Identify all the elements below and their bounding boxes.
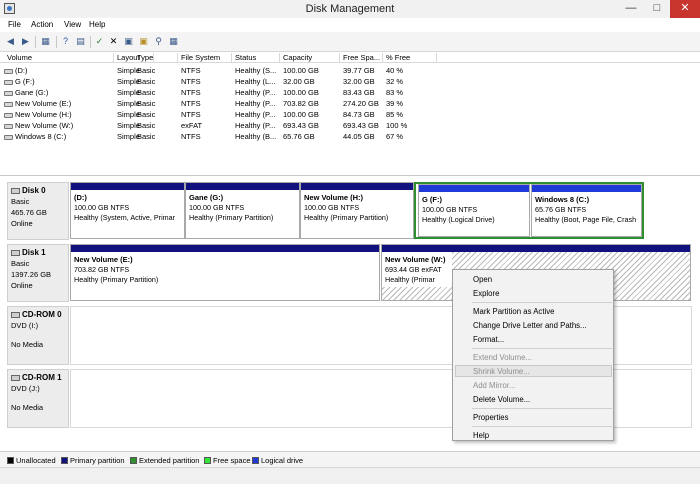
column-header-file-system[interactable]: File System	[178, 53, 232, 63]
menu-item-properties[interactable]: Properties	[473, 413, 509, 422]
column-header-percent-free[interactable]: % Free	[383, 53, 437, 63]
toolbar: ◀ ▶ ▦ ? ▤ ✓ ✕ ▣ ▣ ⚲ ▦	[0, 32, 700, 52]
legend-item-logical: Logical drive	[252, 456, 303, 465]
menu-item-help[interactable]: Help	[473, 431, 489, 440]
menu-item-explore[interactable]: Explore	[473, 289, 499, 298]
back-arrow-icon[interactable]: ◀	[5, 36, 16, 47]
menu-help[interactable]: Help	[89, 20, 105, 29]
table-row[interactable]: New Volume (H:) Simple Basic NTFS Health…	[0, 109, 440, 120]
legend-item-unallocated: Unallocated	[7, 456, 56, 465]
volume-list: Volume Layout Type File System Status Ca…	[0, 52, 700, 176]
drive-icon	[4, 79, 13, 85]
menu-action[interactable]: Action	[31, 20, 53, 29]
menu-separator	[472, 408, 612, 409]
disk-icon	[11, 249, 20, 256]
cdrom-icon	[11, 311, 20, 318]
toolbar-separator	[35, 36, 36, 48]
menu-item-delete-volume[interactable]: Delete Volume...	[473, 395, 530, 404]
legend-item-free-space: Free space	[204, 456, 251, 465]
close-button[interactable]: ✕	[670, 0, 700, 18]
disk-1-label[interactable]: Disk 1 Basic 1397.26 GB Online	[7, 244, 69, 302]
menu-separator	[472, 302, 612, 303]
cdrom-1-label[interactable]: CD-ROM 1 DVD (J:) No Media	[7, 369, 69, 428]
disk-0-label[interactable]: Disk 0 Basic 465.76 GB Online	[7, 182, 69, 240]
title-bar: Disk Management — □ ✕	[0, 0, 700, 18]
table-row[interactable]: New Volume (E:) Simple Basic NTFS Health…	[0, 98, 440, 109]
cdrom-icon	[11, 374, 20, 381]
menu-bar: File Action View Help	[0, 18, 700, 32]
open-folder-icon[interactable]: ▣	[138, 36, 149, 47]
delete-icon[interactable]: ✕	[108, 36, 119, 47]
menu-item-extend-volume: Extend Volume...	[473, 353, 532, 362]
drive-icon	[4, 68, 13, 74]
column-header-status[interactable]: Status	[232, 53, 280, 63]
disk-icon	[11, 187, 20, 194]
partition-g[interactable]: Gane (G:) 100.00 GB NTFS Healthy (Primar…	[185, 182, 300, 239]
menu-item-format[interactable]: Format...	[473, 335, 504, 344]
maximize-button[interactable]: □	[644, 0, 670, 18]
column-header-free-space[interactable]: Free Spa...	[340, 53, 383, 63]
column-header-type[interactable]: Type	[134, 53, 178, 63]
menu-view[interactable]: View	[64, 20, 81, 29]
partition-c[interactable]: Windows 8 (C:) 65.76 GB NTFS Healthy (Bo…	[531, 184, 642, 237]
minimize-button[interactable]: —	[618, 0, 644, 18]
disk-0-partitions: (D:) 100.00 GB NTFS Healthy (System, Act…	[70, 182, 692, 244]
drive-icon	[4, 101, 13, 107]
cdrom-0-label[interactable]: CD-ROM 0 DVD (I:) No Media	[7, 306, 69, 365]
menu-item-shrink-volume: Shrink Volume...	[473, 367, 530, 376]
partition-e[interactable]: New Volume (E:) 703.82 GB NTFS Healthy (…	[70, 244, 380, 301]
table-row[interactable]: G (F:) Simple Basic NTFS Healthy (L... 3…	[0, 76, 440, 87]
table-row[interactable]: Windows 8 (C:) Simple Basic NTFS Healthy…	[0, 131, 440, 142]
help-icon[interactable]: ?	[60, 36, 71, 47]
console-tree-icon[interactable]: ▦	[40, 36, 51, 47]
toolbar-separator	[90, 36, 91, 48]
window-title: Disk Management	[305, 3, 395, 15]
status-bar	[0, 467, 700, 484]
menu-file[interactable]: File	[8, 20, 21, 29]
forward-arrow-icon[interactable]: ▶	[20, 36, 31, 47]
partition-f[interactable]: G (F:) 100.00 GB NTFS Healthy (Logical D…	[418, 184, 530, 237]
table-row[interactable]: (D:) Simple Basic NTFS Healthy (S... 100…	[0, 65, 440, 76]
column-header-volume[interactable]: Volume	[4, 53, 114, 63]
drive-icon	[4, 112, 13, 118]
column-header-capacity[interactable]: Capacity	[280, 53, 340, 63]
drive-icon	[4, 90, 13, 96]
check-disk-icon[interactable]: ✓	[94, 36, 105, 47]
legend: Unallocated Primary partition Extended p…	[0, 451, 700, 467]
menu-item-open[interactable]: Open	[473, 275, 492, 284]
partition-h[interactable]: New Volume (H:) 100.00 GB NTFS Healthy (…	[300, 182, 414, 239]
extended-partition: G (F:) 100.00 GB NTFS Healthy (Logical D…	[414, 182, 644, 239]
table-row[interactable]: New Volume (W:) Simple Basic exFAT Healt…	[0, 120, 440, 131]
search-icon[interactable]: ⚲	[153, 36, 164, 47]
drive-icon	[4, 134, 13, 140]
table-row[interactable]: Gane (G:) Simple Basic NTFS Healthy (P..…	[0, 87, 440, 98]
menu-item-change-drive-letter[interactable]: Change Drive Letter and Paths...	[473, 321, 587, 330]
partition-d[interactable]: (D:) 100.00 GB NTFS Healthy (System, Act…	[70, 182, 185, 239]
legend-item-extended: Extended partition	[130, 456, 199, 465]
context-menu: Open Explore Mark Partition as Active Ch…	[452, 269, 614, 441]
settings-icon[interactable]: ▦	[168, 36, 179, 47]
menu-item-mark-active[interactable]: Mark Partition as Active	[473, 307, 554, 316]
legend-item-primary: Primary partition	[61, 456, 125, 465]
volume-list-header: Volume Layout Type File System Status Ca…	[0, 52, 700, 63]
menu-separator	[472, 426, 612, 427]
menu-separator	[472, 348, 612, 349]
toolbar-separator	[56, 36, 57, 48]
menu-item-add-mirror: Add Mirror...	[473, 381, 516, 390]
disk-properties-icon[interactable]: ▣	[123, 36, 134, 47]
properties-icon[interactable]: ▤	[75, 36, 86, 47]
drive-icon	[4, 123, 13, 129]
